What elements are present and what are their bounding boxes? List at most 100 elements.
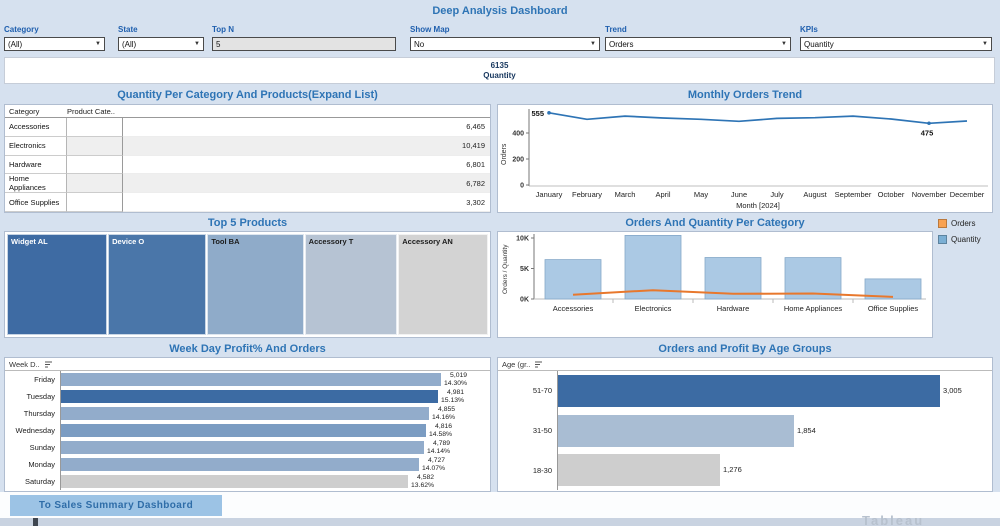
showmap-dropdown-value: No [414,39,425,49]
weekday-header: Week D.. [5,358,490,371]
line-chart-canvas[interactable]: 0 200 400 Orders January February March April Ma… [498,105,992,212]
weekday-bar[interactable] [61,390,438,403]
tableau-watermark: Tableau [862,513,925,526]
treemap: Widget AL Device O Tool BA Accessory T Acces… [7,234,488,335]
filter-kpis: KPIs Quantity ▼ [800,25,992,51]
legend-label: Quantity [951,235,981,244]
age-label: 51-70 [498,371,558,411]
legend-label: Orders [951,219,976,228]
dropdown-arrow-icon: ▼ [781,41,787,47]
age-row: 31-50 1,854 [498,410,992,451]
filter-showmap-label: Show Map [410,25,450,34]
svg-text:January: January [536,190,563,199]
weekday-label: Saturday [5,473,61,490]
treemap-box[interactable]: Device O [108,234,207,335]
treemap-box[interactable]: Widget AL [7,234,108,335]
legend-swatch [938,235,947,244]
topn-input[interactable] [212,37,396,51]
svg-text:Hardware: Hardware [717,304,750,313]
treemap-box[interactable]: Accessory T [304,234,398,335]
svg-text:475: 475 [921,128,934,137]
treemap-label: Accessory T [308,237,354,246]
table-row[interactable]: Accessories 6,465 [5,118,490,137]
svg-text:November: November [912,190,947,199]
treemap-box[interactable]: Tool BA [207,234,304,335]
dropdown-arrow-icon: ▼ [95,41,101,47]
weekday-label: Friday [5,371,61,388]
legend-item-quantity[interactable]: Quantity [938,235,996,244]
product-subcategory-cell [67,118,123,137]
age-chart-title: Orders and Profit By Age Groups [658,343,832,355]
treemap-label: Tool BA [211,237,240,246]
age-bar[interactable] [558,414,794,447]
svg-text:0K: 0K [520,297,529,304]
top-products-panel: Widget AL Device O Tool BA Accessory T Acces… [4,231,491,338]
age-value-label: 1,854 [797,425,816,435]
svg-text:October: October [878,190,905,199]
table-row[interactable]: Office Supplies 3,302 [5,193,490,212]
quantity-value: 6,465 [123,118,490,137]
quantity-value: 6,801 [123,156,490,175]
weekday-bar[interactable] [61,424,426,437]
age-label: 18-30 [498,450,558,491]
weekday-label: Sunday [5,439,61,456]
table-row[interactable]: Home Appliances 6,782 [5,174,490,194]
trend-dropdown-value: Orders [609,39,634,49]
kpis-dropdown[interactable]: Quantity ▼ [800,37,992,51]
orders-quantity-combo-chart[interactable]: 0K 5K 10K Orders / Quantity Accessories Elect… [497,231,933,338]
age-bar[interactable] [558,454,720,487]
table-row[interactable]: Electronics 10,419 [5,136,490,156]
quantity-value: 6,782 [123,174,490,194]
sort-icon[interactable] [44,360,54,369]
svg-text:Month [2024]: Month [2024] [736,201,780,210]
showmap-dropdown[interactable]: No ▼ [410,37,600,51]
column-header-category[interactable]: Category [5,107,67,116]
weekday-rows: Friday 5,019 14.30% Tuesday 4,981 15.13% Thurs… [5,371,490,490]
svg-text:March: March [615,190,636,199]
top-products-title: Top 5 Products [207,217,288,229]
weekday-label: Tuesday [5,388,61,405]
weekday-row: Wednesday 4,816 14.58% [5,422,490,439]
trend-dropdown[interactable]: Orders ▼ [605,37,791,51]
category-cell: Electronics [5,136,67,156]
treemap-box[interactable]: Accessory AN [398,234,488,335]
svg-text:September: September [835,190,872,199]
weekday-bar[interactable] [61,458,419,471]
quantity-value: 3,302 [123,193,490,212]
weekday-row: Monday 4,727 14.07% [5,456,490,473]
svg-text:Home Appliances: Home Appliances [784,304,843,313]
weekday-bar[interactable] [61,407,429,420]
weekday-bar[interactable] [61,475,408,488]
weekday-bar[interactable] [61,373,441,386]
weekday-value-labels: 4,981 15.13% [441,388,465,404]
svg-text:June: June [731,190,747,199]
svg-text:July: July [770,190,784,199]
svg-text:Orders / Quantity: Orders / Quantity [502,244,509,294]
dropdown-arrow-icon: ▼ [590,41,596,47]
combo-chart-canvas[interactable]: 0K 5K 10K Orders / Quantity Accessories Elect… [498,232,932,337]
category-combo-title: Orders And Quantity Per Category [625,217,805,229]
age-bar[interactable] [558,374,940,407]
weekday-row: Friday 5,019 14.30% [5,371,490,388]
svg-text:December: December [950,190,985,199]
product-subcategory-cell [67,155,123,175]
column-header-product-category[interactable]: Product Cate.. [67,107,123,116]
filter-topn-label: Top N [212,25,235,34]
weekday-row: Saturday 4,582 13.62% [5,473,490,490]
category-dropdown[interactable]: (All) ▼ [4,37,105,51]
page-title: Deep Analysis Dashboard [432,5,568,17]
monthly-orders-trend-chart[interactable]: 0 200 400 Orders January February March April Ma… [497,104,993,213]
table-row[interactable]: Hardware 6,801 [5,155,490,175]
age-value-label: 1,276 [723,465,742,475]
category-cell: Accessories [5,118,67,137]
sort-icon[interactable] [534,360,544,369]
state-dropdown[interactable]: (All) ▼ [118,37,204,51]
weekday-bar[interactable] [61,441,424,454]
age-row: 51-70 3,005 [498,371,992,411]
svg-text:February: February [572,190,602,199]
treemap-label: Device O [112,237,145,246]
legend-item-orders[interactable]: Orders [938,219,996,228]
svg-text:5K: 5K [520,266,529,273]
sales-summary-nav-button[interactable]: To Sales Summary Dashboard [10,495,222,516]
monthly-trend-title: Monthly Orders Trend [687,89,803,101]
